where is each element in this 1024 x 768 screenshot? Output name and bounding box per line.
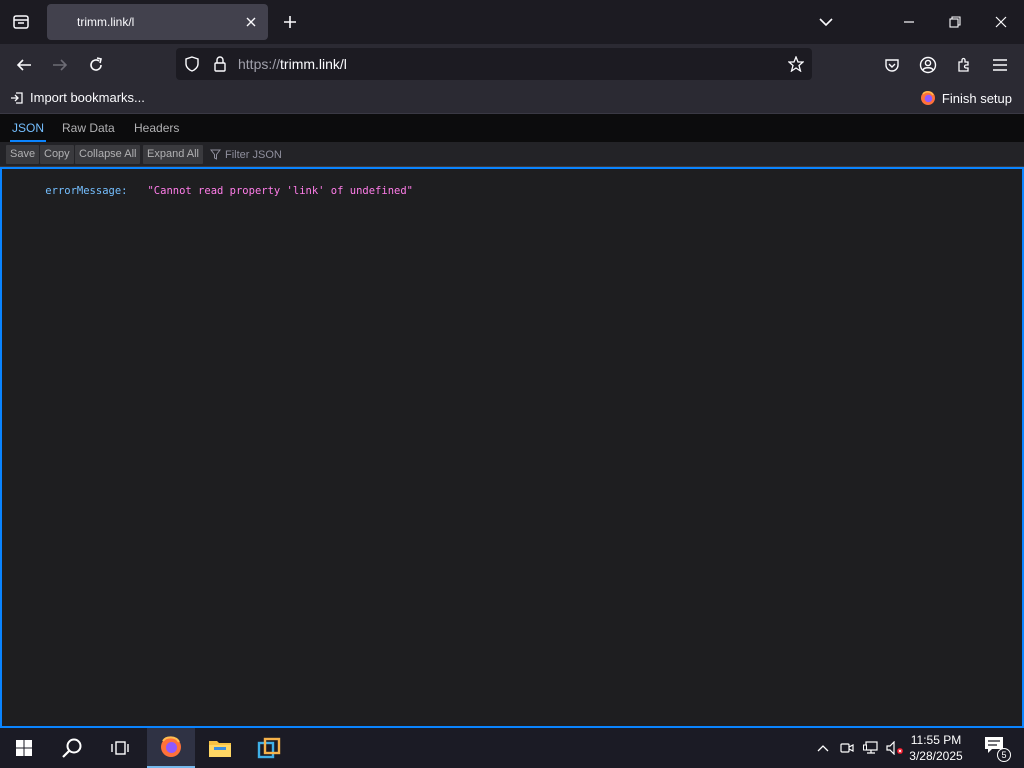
bookmarks-toolbar: Import bookmarks... Finish setup [0, 85, 1024, 113]
hamburger-menu-icon [993, 59, 1007, 71]
firefox-logo-icon [920, 91, 935, 105]
clock-date: 3/28/2025 [909, 749, 963, 763]
firefox-logo-icon [161, 736, 181, 757]
plus-icon [284, 16, 296, 28]
tab-trimm-link[interactable]: trimm.link/l [47, 4, 268, 40]
reload-icon [90, 57, 102, 71]
chevron-down-icon [819, 18, 833, 27]
import-bookmarks-label: Import bookmarks... [30, 90, 145, 105]
taskbar-firefox[interactable] [147, 728, 195, 768]
firefox-view-icon [13, 15, 29, 29]
reload-button[interactable] [81, 50, 111, 80]
shield-icon [185, 56, 199, 72]
taskbar-clock[interactable]: 11:55 PM 3/28/2025 [906, 732, 966, 764]
tab-bar: trimm.link/l [0, 0, 1024, 44]
json-content-panel[interactable]: errorMessage: "Cannot read property 'link… [0, 167, 1024, 728]
json-toolbar: Save Copy Collapse All Expand All Filter… [0, 142, 1024, 167]
list-all-tabs-button[interactable] [814, 10, 838, 34]
filter-json-input[interactable]: Filter JSON [210, 145, 282, 164]
task-view-button[interactable] [96, 728, 144, 768]
arrow-left-icon [16, 59, 31, 71]
tab-title: trimm.link/l [77, 15, 135, 29]
star-icon [788, 56, 804, 72]
close-window-button[interactable] [978, 0, 1024, 44]
remote-desktop-icon [257, 737, 281, 759]
navigation-toolbar: https://trimm.link/l [0, 44, 1024, 85]
puzzle-icon [958, 57, 969, 72]
close-icon [246, 17, 256, 27]
restore-button[interactable] [932, 0, 978, 44]
folder-icon [209, 741, 231, 757]
url-host: trimm.link/l [280, 56, 347, 72]
tab-raw-data[interactable]: Raw Data [60, 114, 117, 142]
taskbar-file-explorer[interactable] [196, 728, 244, 768]
task-view-icon [111, 741, 129, 755]
pocket-button[interactable] [877, 50, 907, 80]
close-icon [995, 16, 1007, 28]
minimize-icon [904, 21, 914, 23]
url-scheme: https:// [238, 56, 281, 72]
finish-setup-label: Finish setup [941, 90, 1012, 106]
firefox-view-button[interactable] [0, 0, 42, 44]
tray-volume[interactable] [884, 728, 906, 768]
tracking-protection-button[interactable] [182, 54, 202, 74]
filter-icon [210, 149, 221, 160]
url-text[interactable]: https://trimm.link/l [238, 56, 347, 72]
clock-time: 11:55 PM [910, 733, 962, 747]
site-info-button[interactable] [210, 54, 230, 74]
windows-logo-icon [16, 740, 32, 756]
address-bar[interactable]: https://trimm.link/l [176, 48, 812, 80]
tray-network[interactable] [860, 728, 882, 768]
filter-json-placeholder: Filter JSON [225, 148, 282, 161]
json-viewer-tabs: JSON Raw Data Headers [0, 113, 1024, 142]
network-icon [863, 741, 878, 754]
volume-muted-icon [886, 741, 903, 755]
lock-icon [214, 56, 226, 72]
tab-headers[interactable]: Headers [132, 114, 181, 142]
extensions-button[interactable] [949, 50, 979, 80]
expand-all-button[interactable]: Expand All [143, 145, 203, 164]
import-bookmarks-button[interactable]: Import bookmarks... [10, 90, 145, 105]
account-button[interactable] [913, 50, 943, 80]
forward-button[interactable] [45, 50, 75, 80]
json-value: "Cannot read property 'link' of undefine… [147, 185, 413, 197]
arrow-right-icon [53, 59, 68, 71]
search-button[interactable] [48, 728, 96, 768]
back-button[interactable] [9, 50, 39, 80]
tab-json[interactable]: JSON [10, 114, 47, 142]
start-button[interactable] [0, 728, 48, 768]
camera-icon [840, 743, 854, 753]
copy-button[interactable]: Copy [40, 145, 74, 164]
json-row[interactable]: errorMessage: "Cannot read property 'link… [20, 173, 413, 209]
import-icon [11, 91, 23, 104]
windows-taskbar: 11:55 PM 3/28/2025 5 [0, 728, 1024, 768]
close-tab-button[interactable] [242, 13, 260, 31]
json-key: errorMessage: [45, 185, 128, 197]
app-menu-button[interactable] [985, 50, 1015, 80]
tray-meet-now[interactable] [837, 728, 857, 768]
restore-icon [949, 16, 961, 28]
show-hidden-icons-button[interactable] [812, 728, 834, 768]
finish-setup-button[interactable]: Finish setup [920, 90, 1012, 106]
collapse-all-button[interactable]: Collapse All [75, 145, 141, 164]
action-center-button[interactable]: 5 [984, 736, 1011, 762]
pocket-icon [885, 59, 899, 72]
minimize-button[interactable] [886, 0, 932, 44]
account-icon [919, 56, 937, 74]
new-tab-button[interactable] [278, 10, 302, 34]
save-button[interactable]: Save [6, 145, 40, 164]
bookmark-star-button[interactable] [786, 54, 806, 74]
chevron-up-icon [817, 745, 829, 752]
notification-count-badge: 5 [997, 748, 1011, 762]
search-icon [62, 738, 82, 758]
taskbar-app[interactable] [245, 728, 293, 768]
